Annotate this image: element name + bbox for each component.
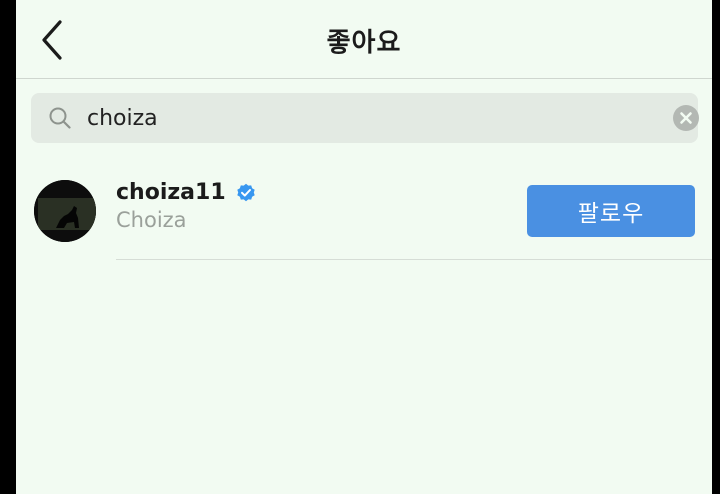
avatar[interactable] — [34, 180, 96, 242]
search-input[interactable] — [87, 101, 647, 135]
clear-icon — [680, 112, 692, 124]
header: 좋아요 — [16, 0, 712, 79]
search-bar[interactable] — [31, 93, 699, 143]
page-title: 좋아요 — [326, 28, 402, 58]
avatar-image — [34, 180, 96, 242]
full-name: Choiza — [116, 208, 187, 232]
row-divider — [116, 259, 712, 260]
likes-screen: 좋아요 choiza11 — [16, 0, 712, 494]
verified-badge-icon — [236, 183, 255, 201]
username-text: choiza11 — [116, 180, 226, 205]
follow-button[interactable]: 팔로우 — [527, 185, 695, 237]
username[interactable]: choiza11 — [116, 180, 256, 205]
clear-search-button[interactable] — [673, 105, 699, 131]
user-result-row[interactable]: choiza11 Choiza 팔로우 — [16, 170, 712, 260]
search-icon — [49, 107, 71, 129]
